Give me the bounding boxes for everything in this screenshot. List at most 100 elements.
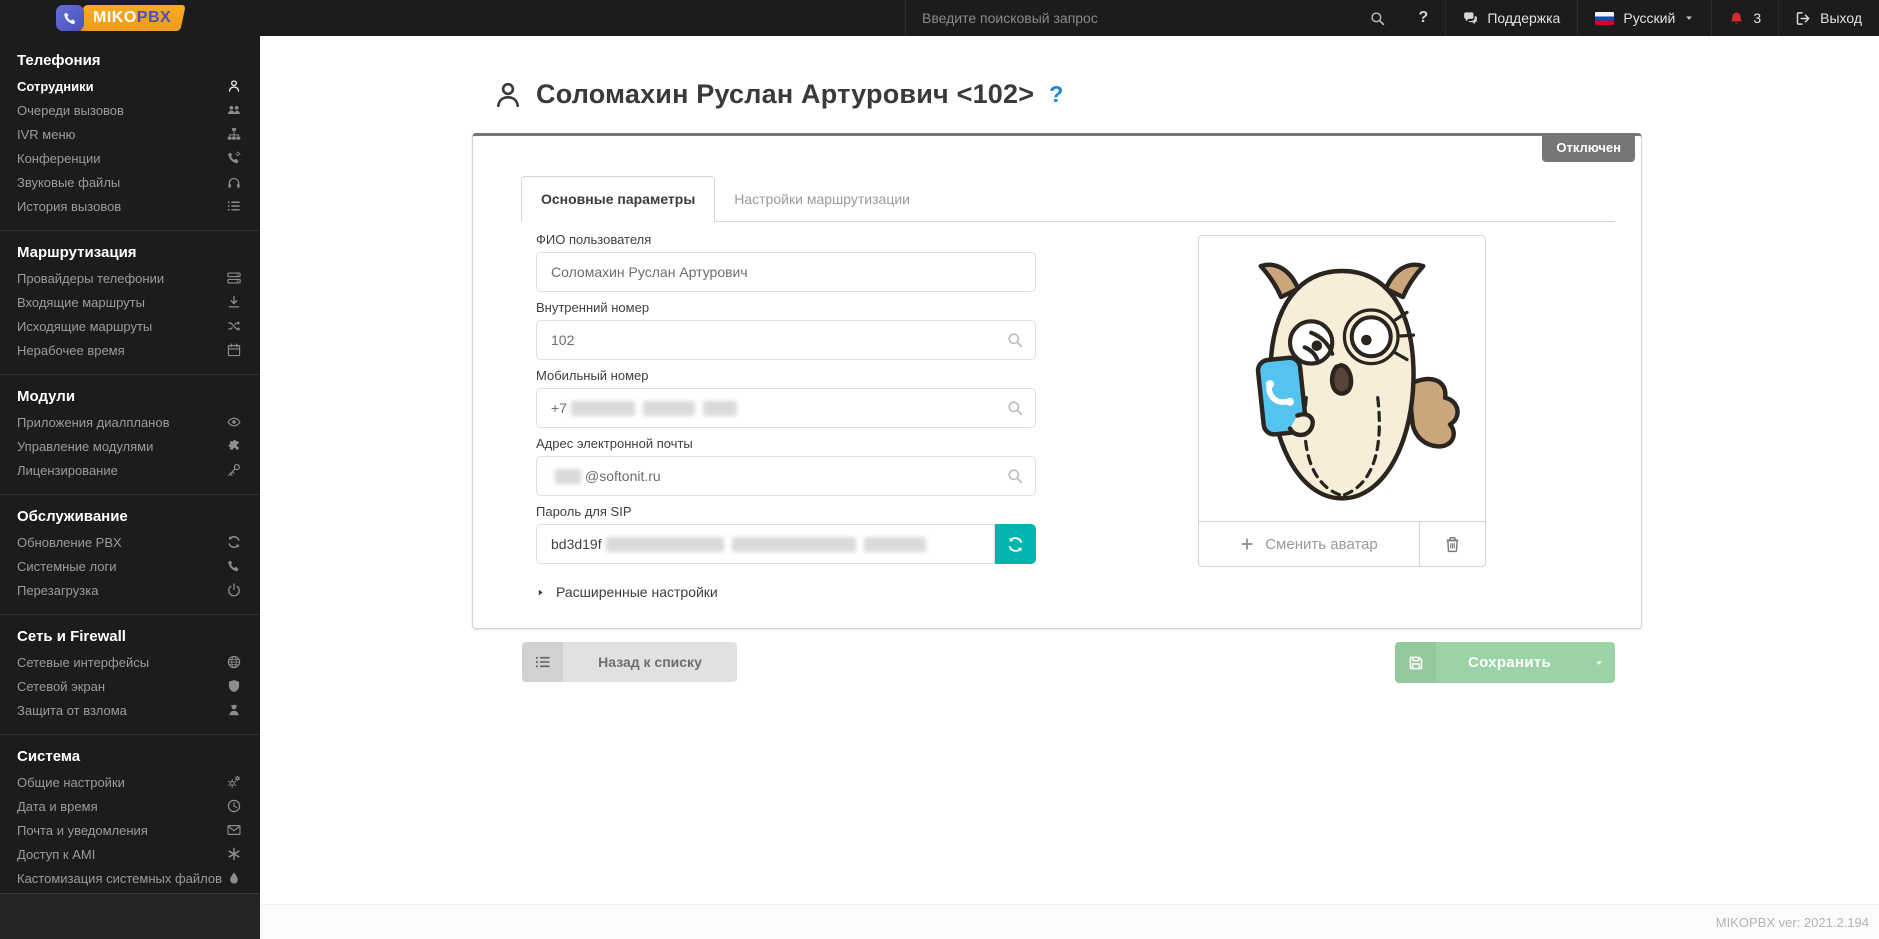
help-icon[interactable]: ? [1049,81,1063,108]
calendar-icon [227,343,241,357]
sidebar-item-label: Перезагрузка [17,583,227,598]
sidebar-item-link[interactable]: Доступ к AMI [0,842,260,866]
field-label: ФИО пользователя [536,232,1036,247]
tab-routing-settings[interactable]: Настройки маршрутизации [715,176,929,221]
sidebar-item-link[interactable]: Исходящие маршруты [0,314,260,338]
mikopbx-logo[interactable]: MIKOPBX [56,5,183,31]
change-avatar-button[interactable]: Сменить аватар [1199,522,1419,566]
extension-input[interactable]: 102 [536,320,1036,360]
sidebar-item-label: IVR меню [17,127,227,142]
sidebar-item-label: Кастомизация системных файлов [17,871,227,886]
sidebar-item-link[interactable]: Звуковые файлы [0,170,260,194]
sidebar-item-link[interactable]: Системные логи [0,554,260,578]
sidebar-item-link[interactable]: Входящие маршруты [0,290,260,314]
email-input[interactable]: @softonit.ru [536,456,1036,496]
sidebar-divider [0,734,260,735]
sidebar-item-label: Сетевой экран [17,679,227,694]
field-row: +7 [536,388,1036,428]
notifications-button[interactable]: 3 [1712,0,1778,36]
topbar-actions: ? Поддержка Русский 3 Выход [1353,0,1879,36]
puzzle-icon [227,439,241,453]
tab-general-settings[interactable]: Основные параметры [521,176,715,222]
server-icon [227,271,241,285]
input-value: bd3d19f [551,536,602,552]
phone-logo-icon [56,5,84,31]
sidebar-divider [0,494,260,495]
form-fields: ФИО пользователя Соломахин Руслан Артуров… [536,232,1036,564]
mail-icon [227,823,241,837]
sidebar-section-title: Система [0,744,260,768]
sidebar-item-link[interactable]: Приложения диалпланов [0,410,260,434]
help-button[interactable]: ? [1402,0,1446,36]
search-button[interactable] [1353,0,1402,36]
back-to-list-label: Назад к списку [563,642,737,682]
sidebar-item-active[interactable]: Сотрудники [0,74,260,98]
field-row: 102 [536,320,1036,360]
logout-label: Выход [1820,10,1862,26]
bell-icon [1729,11,1744,26]
shield-icon [227,679,241,693]
power-icon [227,583,241,597]
logo-text-pbx: PBX [137,9,171,26]
save-dropdown-toggle[interactable] [1583,642,1615,683]
sidebar-menu: ТелефонияСотрудникиОчереди вызововIVR ме… [0,48,260,890]
mobile-input[interactable]: +7 [536,388,1036,428]
sip-password-input[interactable]: bd3d19f [536,524,995,564]
sidebar-item-link[interactable]: Обновление PBX [0,530,260,554]
sidebar-item-label: Общие настройки [17,775,227,790]
users-icon [227,103,241,117]
drop-icon [227,871,241,885]
sidebar-item-link[interactable]: Почта и уведомления [0,818,260,842]
search-icon [1007,400,1023,416]
sidebar-item-label: Почта и уведомления [17,823,227,838]
sidebar-item-link[interactable]: Перезагрузка [0,578,260,602]
russian-flag-icon [1595,12,1614,25]
sidebar-item-label: Доступ к AMI [17,847,227,862]
logout-button[interactable]: Выход [1779,0,1879,36]
sidebar-item-link[interactable]: Конференции [0,146,260,170]
redacted-text [732,537,856,552]
support-button[interactable]: Поддержка [1446,0,1577,36]
back-to-list-button[interactable]: Назад к списку [522,642,737,682]
topbar-search-area [905,0,1356,36]
delete-avatar-button[interactable] [1419,522,1485,566]
search-input[interactable] [906,9,1356,27]
sidebar-item-link[interactable]: История вызовов [0,194,260,218]
sidebar-footer [0,893,260,939]
sitemap-icon [227,127,241,141]
sidebar-item-link[interactable]: Общие настройки [0,770,260,794]
sidebar-item-label: Исходящие маршруты [17,319,227,334]
sidebar-item-link[interactable]: Лицензирование [0,458,260,482]
sidebar-item-link[interactable]: Провайдеры телефонии [0,266,260,290]
list-icon [227,199,241,213]
sidebar-item-link[interactable]: Защита от взлома [0,698,260,722]
sidebar-item-label: Обновление PBX [17,535,227,550]
sidebar-item-link[interactable]: Кастомизация системных файлов [0,866,260,890]
generate-password-button[interactable] [995,524,1036,564]
field-label: Пароль для SIP [536,504,1036,519]
language-menu[interactable]: Русский [1578,0,1711,36]
advanced-settings-toggle[interactable]: Расширенные настройки [536,584,718,600]
sidebar-item-link[interactable]: Управление модулями [0,434,260,458]
topbar: ? Поддержка Русский 3 Выход [0,0,1879,36]
sidebar-item-link[interactable]: Сетевые интерфейсы [0,650,260,674]
sidebar-divider [0,374,260,375]
save-button[interactable]: Сохранить [1395,642,1615,683]
search-icon [1370,11,1385,26]
sign-out-icon [1796,11,1811,26]
notifications-count: 3 [1753,10,1761,26]
sidebar-item-link[interactable]: Очереди вызовов [0,98,260,122]
sidebar-item-label: Сетевые интерфейсы [17,655,227,670]
plus-icon [1240,537,1254,551]
sidebar-item-link[interactable]: Нерабочее время [0,338,260,362]
sidebar-item-label: Очереди вызовов [17,103,227,118]
sidebar-item-link[interactable]: Сетевой экран [0,674,260,698]
sidebar-item-label: Звуковые файлы [17,175,227,190]
field-label: Внутренний номер [536,300,1036,315]
sidebar-item-label: Защита от взлома [17,703,227,718]
fullname-input[interactable]: Соломахин Руслан Артурович [536,252,1036,292]
sidebar-item-link[interactable]: Дата и время [0,794,260,818]
sidebar-item-link[interactable]: IVR меню [0,122,260,146]
advanced-settings-label: Расширенные настройки [556,584,718,600]
input-value: @softonit.ru [585,468,661,484]
